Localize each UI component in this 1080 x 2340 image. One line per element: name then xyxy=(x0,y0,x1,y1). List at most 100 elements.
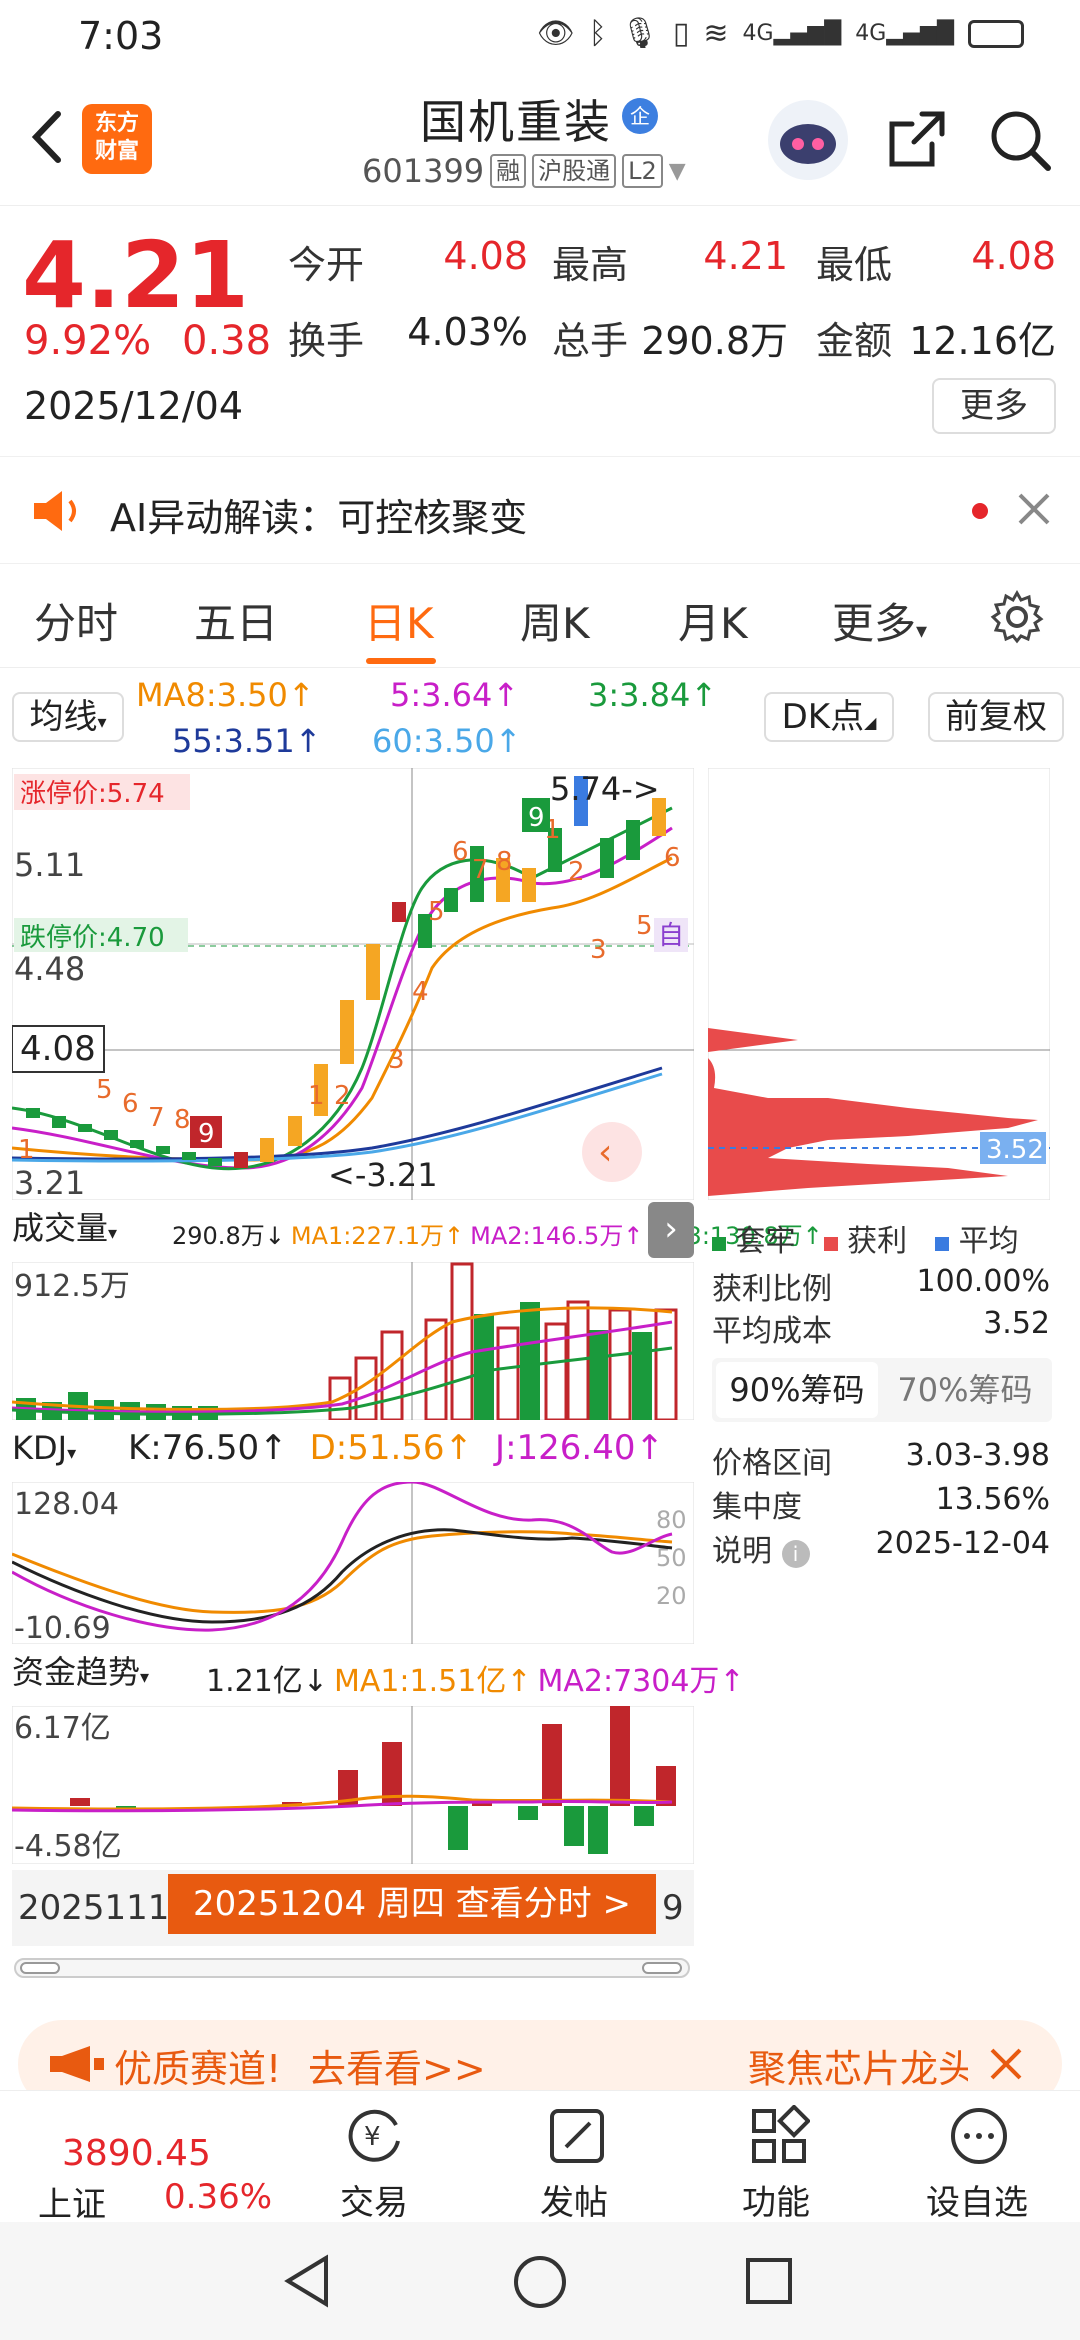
app-logo[interactable]: 东方 财富 xyxy=(82,104,152,174)
price-range-value: 3.03-3.98 xyxy=(905,1438,1050,1473)
fund-ma1: MA1:1.51亿↑ xyxy=(333,1664,532,1699)
note-label[interactable]: 说明 i xyxy=(712,1526,810,1570)
chart-scrollbar[interactable] xyxy=(14,1958,690,1978)
svg-text:4: 4 xyxy=(412,977,429,1007)
svg-text:¥: ¥ xyxy=(364,2122,381,2152)
watchlist-label[interactable]: 设自选 xyxy=(926,2175,1028,2224)
function-icon[interactable] xyxy=(748,2105,810,2167)
y-axis-4-48: 4.48 xyxy=(14,950,85,988)
post-icon[interactable] xyxy=(546,2105,608,2167)
change-percent: 9.92% xyxy=(24,318,152,364)
index-pct: 0.36% xyxy=(164,2177,273,2217)
stock-header: 东方 财富 国机重装 企 601399 融 沪股通 L2 ▼ xyxy=(0,72,1080,206)
tab-five-day[interactable]: 五日 xyxy=(194,590,278,651)
svg-text:2: 2 xyxy=(334,1081,351,1111)
svg-text:6: 6 xyxy=(664,843,681,873)
nav-recents-icon[interactable] xyxy=(744,2256,794,2306)
more-options-icon[interactable] xyxy=(948,2105,1010,2167)
kdj-selector[interactable]: KDJ▾ xyxy=(12,1428,118,1472)
index-name[interactable]: 上证 xyxy=(38,2177,106,2226)
back-icon[interactable] xyxy=(22,102,72,172)
min-price-label: <-3.21 xyxy=(328,1156,438,1194)
battery-icon xyxy=(968,19,1024,48)
kdj-legend: K:76.50↑ D:51.56↑ J:126.40↑ xyxy=(128,1428,664,1468)
amount-value: 12.16亿 xyxy=(909,319,1056,363)
ma60-value: 60:3.50↑ xyxy=(372,722,522,760)
tab-intraday[interactable]: 分时 xyxy=(34,590,118,651)
mic-icon: 🎙 xyxy=(620,16,659,51)
post-label[interactable]: 发帖 xyxy=(540,2175,608,2224)
banner-close-icon[interactable] xyxy=(986,2044,1026,2084)
max-price-label: 5.74-> xyxy=(550,770,660,808)
quote-date: 2025/12/04 xyxy=(24,384,244,428)
stock-name: 国机重装 xyxy=(420,95,612,149)
dk-point-button[interactable]: DK点◢ xyxy=(764,692,894,742)
chip-90-tab[interactable]: 90%筹码 xyxy=(716,1362,878,1418)
gear-icon[interactable] xyxy=(990,590,1044,644)
search-icon[interactable] xyxy=(988,108,1052,172)
kline-chart[interactable]: 15 6 7 8 1 2345 67 812 356 9 9 涨停价:5.74 5.11 … xyxy=(12,768,694,1200)
ai-insight-text: AI异动解读：可控核聚变 xyxy=(110,496,528,540)
volume-ma1: MA1:227.1万↑ xyxy=(290,1222,465,1250)
tab-weekly-k[interactable]: 周K xyxy=(520,590,590,651)
active-tab-underline xyxy=(366,658,436,664)
assistant-avatar[interactable] xyxy=(768,100,848,180)
close-icon[interactable] xyxy=(1016,491,1052,527)
adjust-button[interactable]: 前复权 xyxy=(928,692,1064,742)
function-label[interactable]: 功能 xyxy=(742,2175,810,2224)
open-value: 4.08 xyxy=(443,234,528,278)
volume-selector[interactable]: 成交量▾ xyxy=(12,1208,168,1252)
chip-tab-group: 90%筹码 70%筹码 xyxy=(712,1358,1052,1422)
enterprise-badge: 企 xyxy=(622,98,658,134)
ma55-value: 55:3.51↑ xyxy=(172,722,322,760)
trade-label[interactable]: 交易 xyxy=(340,2175,408,2224)
status-icons: 👁 ᛒ 🎙 ▯ ≋ 4G▂▄▆█ 4G▂▄▆█ xyxy=(537,16,1024,51)
nav-home-icon[interactable] xyxy=(512,2254,568,2310)
tab-more[interactable]: 更多▾ xyxy=(832,590,927,651)
wifi-icon: ≋ xyxy=(703,16,729,51)
self-label: 自 xyxy=(658,921,684,951)
expand-indicator-button[interactable]: › xyxy=(648,1202,694,1258)
svg-text:2: 2 xyxy=(568,857,585,887)
banner-text-1: 优质赛道! xyxy=(114,2047,282,2091)
view-intraday-tooltip[interactable]: 20251204 周四 查看分时 > xyxy=(168,1874,656,1934)
volume-ma2: MA2:146.5万↑ xyxy=(470,1222,644,1250)
index-value[interactable]: 3890.45 xyxy=(62,2133,211,2174)
banner-text-3: 聚焦芯片龙头 xyxy=(748,2047,968,2091)
banner-link[interactable]: 去看看>> xyxy=(308,2038,486,2093)
svg-text:9: 9 xyxy=(528,803,545,833)
scroll-handle-right[interactable] xyxy=(642,1962,682,1974)
chart-tabs: 分时 五日 日K 周K 月K 更多▾ xyxy=(0,568,1080,668)
level2-tag: L2 xyxy=(622,154,663,188)
fund-selector[interactable]: 资金趋势▾ xyxy=(12,1652,202,1696)
chip-70-tab[interactable]: 70%筹码 xyxy=(884,1362,1046,1418)
svg-text:3: 3 xyxy=(590,935,607,965)
volume-value: 290.8万 xyxy=(641,319,788,363)
trade-icon[interactable]: ¥ xyxy=(344,2105,406,2167)
open-label: 今开 xyxy=(288,243,365,287)
nav-back-icon[interactable] xyxy=(282,2254,332,2308)
chip-distribution-chart[interactable]: 3.52 xyxy=(708,768,1050,1200)
margin-tag: 融 xyxy=(490,154,527,188)
stock-code: 601399 xyxy=(362,152,485,190)
amount-label: 金额 xyxy=(816,319,893,363)
scroll-handle-left[interactable] xyxy=(20,1962,60,1974)
system-nav-bar xyxy=(0,2222,1080,2340)
tab-daily-k[interactable]: 日K xyxy=(364,590,434,651)
fund-chart: 6.17亿 -4.58亿 xyxy=(12,1706,694,1864)
high-value: 4.21 xyxy=(703,234,788,278)
fund-value: 1.21亿↓ xyxy=(206,1664,328,1699)
chip-legend: 套牢 获利 平均 xyxy=(712,1216,1019,1260)
low-value: 4.08 xyxy=(971,234,1056,278)
svg-text:6: 6 xyxy=(452,837,469,867)
kdj-20: 20 xyxy=(656,1582,687,1610)
more-quote-button[interactable]: 更多 xyxy=(932,378,1056,434)
stock-code-line[interactable]: 601399 融 沪股通 L2 ▼ xyxy=(362,152,686,190)
ai-insight-bar[interactable]: AI异动解读：可控核聚变 xyxy=(0,456,1080,564)
connect-tag: 沪股通 xyxy=(532,154,617,188)
indicator-selector[interactable]: 均线▾ xyxy=(12,692,124,742)
share-icon[interactable] xyxy=(886,108,948,170)
kdj-bottom-label: -10.69 xyxy=(14,1611,111,1644)
tab-monthly-k[interactable]: 月K xyxy=(678,590,748,651)
timeline-start-date: 2025111 xyxy=(18,1888,170,1928)
